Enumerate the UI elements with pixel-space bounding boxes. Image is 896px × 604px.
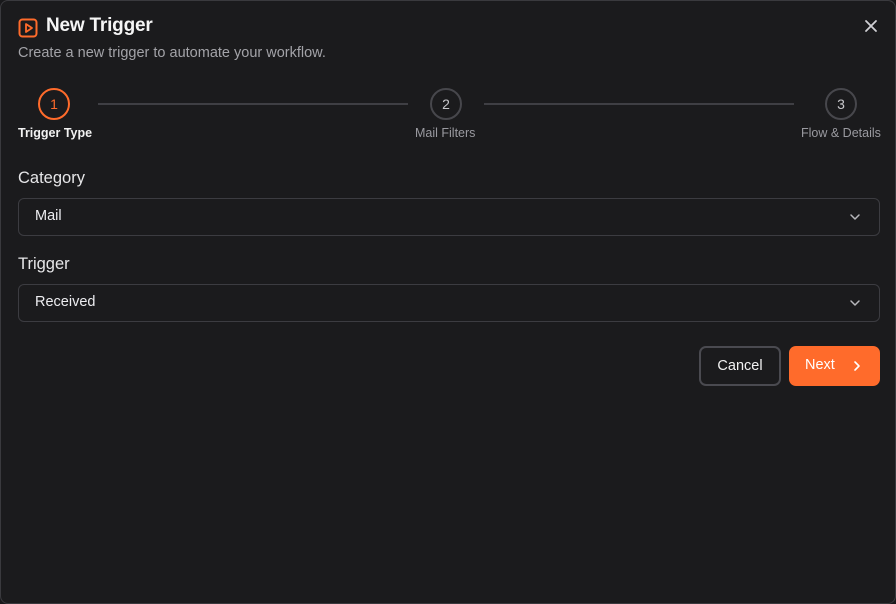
step-1-label: Trigger Type [18,126,93,140]
dialog-subtitle: Create a new trigger to automate your wo… [18,45,326,61]
next-button[interactable]: Next [789,346,880,386]
step-connector-1 [98,103,408,105]
step-3-label: Flow & Details [801,126,881,140]
category-label: Category [18,169,85,187]
trigger-value: Received [35,294,96,310]
trigger-select[interactable]: Received [18,284,880,322]
step-1-indicator: 1 [38,88,70,120]
dialog-title: New Trigger [46,15,153,36]
new-trigger-dialog: New Trigger Create a new trigger to auto… [0,0,896,604]
play-square-icon [18,18,38,38]
cancel-button[interactable]: Cancel [699,346,781,386]
step-2-label: Mail Filters [415,126,476,140]
chevron-down-icon [850,214,860,220]
trigger-label: Trigger [18,255,70,273]
step-3-indicator: 3 [825,88,857,120]
chevron-down-icon [850,300,860,306]
category-select[interactable]: Mail [18,198,880,236]
step-2-indicator: 2 [430,88,462,120]
next-button-label: Next [805,357,835,373]
close-icon[interactable] [861,16,881,36]
chevron-right-icon [854,361,860,371]
step-connector-2 [484,103,794,105]
category-value: Mail [35,208,62,224]
